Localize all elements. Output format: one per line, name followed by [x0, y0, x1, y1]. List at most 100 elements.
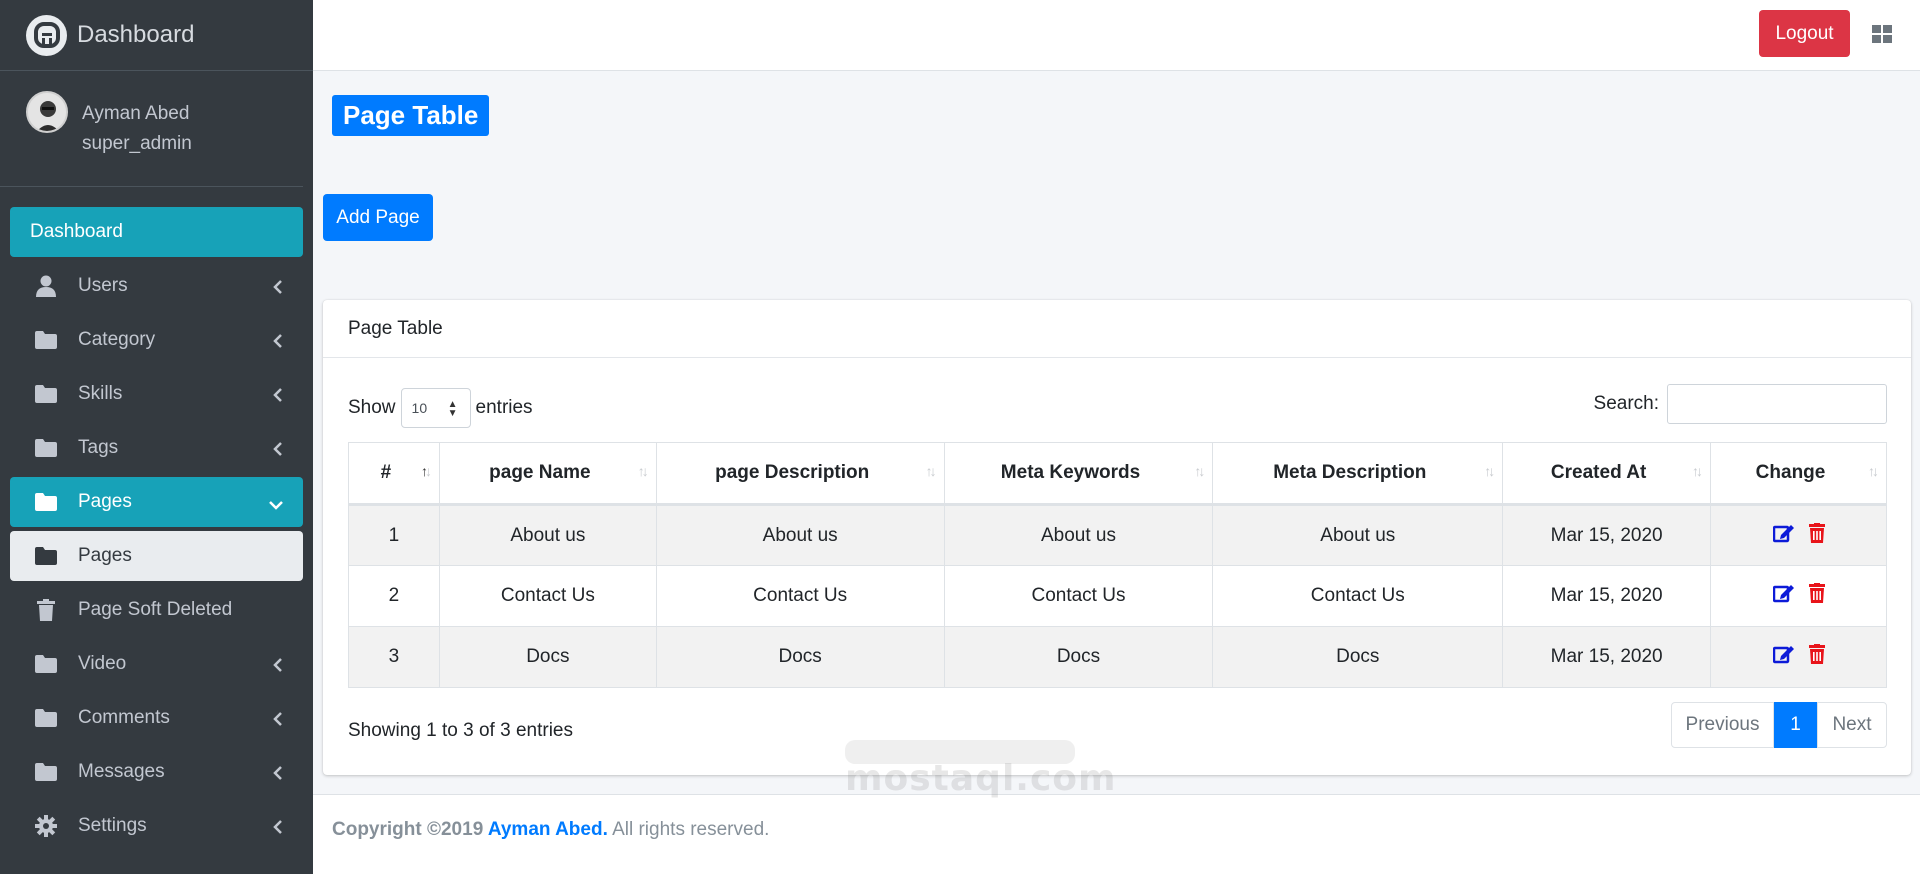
- sort-icon: ↑↓: [1484, 463, 1495, 479]
- sort-icon: ↑↓: [420, 463, 432, 479]
- main-content: Page Table Add Page Page Table Show 10 ▲…: [313, 71, 1920, 874]
- chevron-left-icon: [273, 440, 283, 462]
- cell-created: Mar 15, 2020: [1502, 626, 1712, 688]
- sidebar-item-video[interactable]: Video: [10, 639, 303, 689]
- folder-icon: [34, 385, 58, 403]
- column-header-created[interactable]: Created At ↑↓: [1502, 442, 1712, 506]
- cell-actions: [1710, 504, 1887, 566]
- sidebar-item-category[interactable]: Category: [10, 315, 303, 365]
- sidebar-item-label: Pages: [78, 545, 132, 566]
- column-header-keywords[interactable]: Meta Keywords ↑↓: [943, 442, 1214, 506]
- sort-icon: ↑↓: [1868, 463, 1879, 479]
- folder-icon: [34, 493, 58, 511]
- card-title: Page Table: [323, 300, 1911, 358]
- sidebar-item-users[interactable]: Users: [10, 261, 303, 311]
- add-page-button[interactable]: Add Page: [323, 194, 433, 241]
- sidebar-item-messages[interactable]: Messages: [10, 747, 303, 797]
- user-role: super_admin: [82, 133, 192, 154]
- column-header-name[interactable]: page Name ↑↓: [438, 442, 657, 506]
- cell-name: Docs: [438, 626, 657, 688]
- sidebar-nav: Dashboard Users Category Skills Tags Pag…: [0, 187, 313, 851]
- sort-caret-icon: ▲ ▼: [447, 399, 458, 419]
- cell-description: About us: [655, 504, 945, 566]
- cell-actions: [1710, 626, 1887, 688]
- trash-icon: [34, 599, 58, 621]
- sort-icon: ↑↓: [637, 463, 649, 479]
- delete-icon[interactable]: [1808, 522, 1825, 549]
- cell-created: Mar 15, 2020: [1502, 504, 1712, 566]
- gear-icon: [34, 815, 58, 837]
- watermark: mostaql.com: [845, 758, 1117, 799]
- sidebar-subitem-page-soft-deleted[interactable]: Page Soft Deleted: [10, 585, 303, 635]
- page-1-button[interactable]: 1: [1774, 702, 1817, 748]
- page-length-select[interactable]: 10 ▲ ▼: [400, 388, 471, 428]
- grid-icon[interactable]: [1872, 25, 1892, 48]
- sidebar-item-label: Users: [78, 275, 128, 296]
- page-table-card: Page Table Show 10 ▲ ▼ entries Search: # ↑…: [323, 300, 1911, 775]
- chevron-left-icon: [273, 656, 283, 678]
- sort-icon: ↑↓: [1194, 463, 1205, 479]
- brand[interactable]: Dashboard: [0, 0, 313, 71]
- next-page-button[interactable]: Next: [1817, 702, 1887, 748]
- entries-label: entries: [475, 397, 533, 418]
- cell-name: Contact Us: [438, 565, 657, 627]
- chevron-left-icon: [273, 278, 283, 300]
- user-icon: [34, 275, 58, 297]
- user-name: Ayman Abed: [82, 103, 190, 124]
- sidebar-item-pages[interactable]: Pages: [10, 477, 303, 527]
- sidebar-subitem-pages[interactable]: Pages: [10, 531, 303, 581]
- sidebar-item-label: Settings: [78, 815, 147, 836]
- delete-icon[interactable]: [1808, 583, 1825, 609]
- cell-description: Contact Us: [655, 565, 945, 627]
- sidebar-item-settings[interactable]: Settings: [10, 801, 303, 851]
- copyright: Copyright ©2019 Ayman Abed. All rights r…: [332, 819, 769, 841]
- folder-icon: [34, 709, 58, 727]
- sidebar-item-label: Messages: [78, 761, 165, 782]
- table-row: 3 Docs Docs Docs Docs Mar 15, 2020: [348, 626, 1887, 688]
- column-header-id[interactable]: # ↑↓: [348, 442, 440, 506]
- sort-icon: ↑↓: [925, 463, 937, 479]
- page-length-value: 10: [411, 400, 428, 416]
- chevron-left-icon: [273, 386, 283, 408]
- search-input[interactable]: [1667, 384, 1887, 424]
- sort-icon: ↑↓: [1692, 463, 1703, 479]
- author-link[interactable]: Ayman Abed.: [488, 819, 608, 840]
- sidebar-item-label: Pages: [78, 491, 132, 512]
- footer: Copyright ©2019 Ayman Abed. All rights r…: [313, 794, 1920, 874]
- folder-icon: [34, 763, 58, 781]
- search-control: Search:: [1594, 384, 1887, 424]
- cell-meta-description: Contact Us: [1212, 565, 1504, 627]
- column-header-change[interactable]: Change ↑↓: [1710, 442, 1887, 506]
- column-header-description[interactable]: page Description ↑↓: [655, 442, 945, 506]
- cell-keywords: About us: [943, 504, 1214, 566]
- sidebar-item-dashboard[interactable]: Dashboard: [10, 207, 303, 257]
- cell-actions: [1710, 565, 1887, 627]
- sidebar-item-label: Comments: [78, 707, 170, 728]
- edit-icon[interactable]: [1772, 583, 1795, 609]
- cell-id: 2: [348, 565, 440, 627]
- sidebar-item-tags[interactable]: Tags: [10, 423, 303, 473]
- chevron-left-icon: [273, 710, 283, 732]
- cell-description: Docs: [655, 626, 945, 688]
- edit-icon[interactable]: [1772, 523, 1795, 549]
- cell-meta-description: About us: [1212, 504, 1504, 566]
- chevron-left-icon: [273, 332, 283, 354]
- logout-button[interactable]: Logout: [1759, 10, 1850, 57]
- topbar: Logout: [313, 0, 1920, 71]
- sidebar-item-comments[interactable]: Comments: [10, 693, 303, 743]
- user-panel[interactable]: Ayman Abed super_admin: [0, 71, 303, 187]
- page-title: Page Table: [332, 95, 490, 136]
- delete-icon[interactable]: [1808, 644, 1825, 670]
- folder-icon: [34, 655, 58, 673]
- column-header-meta-description[interactable]: Meta Description ↑↓: [1212, 442, 1504, 506]
- edit-icon[interactable]: [1772, 644, 1795, 670]
- chevron-left-icon: [273, 764, 283, 786]
- folder-icon: [34, 439, 58, 457]
- pages-table: # ↑↓ page Name ↑↓ page Description ↑↓ Meta …: [348, 442, 1887, 688]
- sidebar-item-skills[interactable]: Skills: [10, 369, 303, 419]
- sidebar-item-label: Page Soft Deleted: [78, 599, 233, 620]
- cell-keywords: Contact Us: [943, 565, 1214, 627]
- cell-keywords: Docs: [943, 626, 1214, 688]
- previous-page-button[interactable]: Previous: [1671, 702, 1774, 748]
- cell-name: About us: [438, 504, 657, 566]
